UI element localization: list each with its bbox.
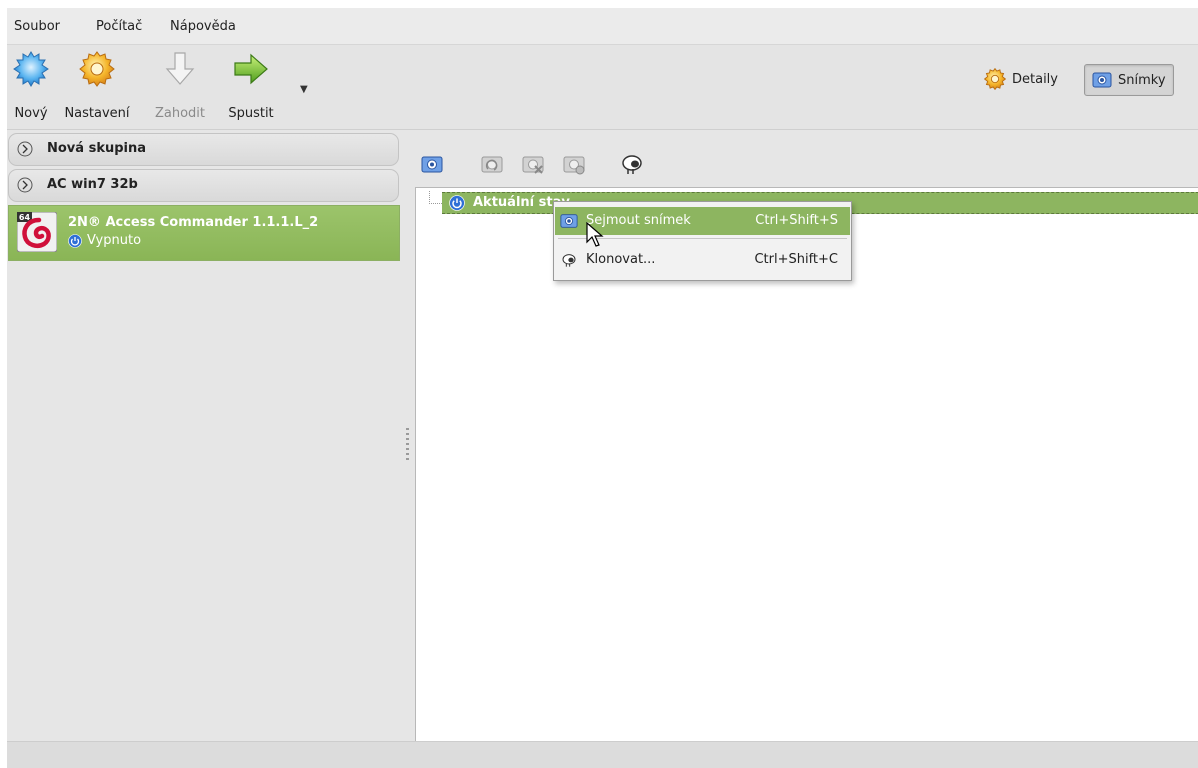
snapshots-button[interactable]: Snímky (1084, 64, 1174, 96)
settings-button[interactable]: Nastavení (64, 51, 130, 123)
start-arrow-icon (234, 53, 268, 85)
menu-item-label: Klonovat... (586, 252, 656, 267)
debian-os-icon: 64 (17, 212, 57, 252)
vm-list-panel: Nová skupina AC win7 32b 64 2N® Access C… (7, 130, 401, 740)
start-button-label: Spustit (228, 106, 274, 121)
delete-snapshot-icon[interactable] (521, 152, 545, 176)
vm-list-item-selected[interactable]: 64 2N® Access Commander 1.1.1.L_2 Vypnut… (8, 205, 400, 261)
details-gear-icon (984, 68, 1006, 90)
snapshots-toolbar (410, 130, 1198, 186)
settings-gear-icon (79, 51, 115, 87)
status-bar (7, 741, 1198, 768)
start-button[interactable]: Spustit (228, 51, 274, 123)
discard-button-label: Zahodit (154, 106, 206, 121)
menu-napoveda[interactable]: Nápověda (170, 19, 236, 34)
menu-item-shortcut: Ctrl+Shift+S (755, 213, 838, 228)
mouse-cursor-icon (586, 222, 604, 247)
details-button[interactable]: Detaily (977, 64, 1065, 94)
menu-item-clone[interactable]: Klonovat... Ctrl+Shift+C (555, 246, 850, 274)
snapshots-camera-icon (1092, 72, 1112, 88)
power-off-icon (449, 195, 465, 211)
menu-pocitac[interactable]: Počítač (96, 19, 142, 34)
group-row-nova-skupina[interactable]: Nová skupina (8, 133, 399, 166)
arch-badge: 64 (19, 213, 31, 222)
start-dropdown-arrow-icon[interactable]: ▼ (300, 84, 308, 95)
group-row-ac-win7[interactable]: AC win7 32b (8, 169, 399, 202)
new-button[interactable]: Nový (13, 51, 49, 123)
take-snapshot-icon (560, 214, 578, 228)
settings-button-label: Nastavení (64, 106, 130, 121)
clone-sheep-icon[interactable] (620, 152, 644, 176)
panel-splitter-handle[interactable] (406, 428, 409, 462)
expand-chevron-icon[interactable] (17, 177, 33, 193)
main-toolbar: Nový Nastavení Zahodit Spustit ▼ Detaily… (7, 45, 1198, 130)
menubar: Soubor Počítač Nápověda (7, 8, 1198, 45)
vm-name: 2N® Access Commander 1.1.1.L_2 (68, 215, 319, 230)
group-label: Nová skupina (47, 141, 147, 156)
restore-snapshot-icon[interactable] (480, 152, 504, 176)
discard-arrow-icon (165, 52, 195, 85)
application-window: Soubor Počítač Nápověda Nový Nastavení Z… (7, 8, 1198, 768)
new-button-label: Nový (14, 106, 48, 121)
details-button-label: Detaily (1012, 71, 1058, 87)
expand-chevron-icon[interactable] (17, 141, 33, 157)
new-vm-icon (13, 51, 49, 87)
vm-state-label: Vypnuto (87, 233, 142, 248)
power-off-icon (68, 233, 82, 248)
vm-state: Vypnuto (68, 233, 141, 248)
snapshots-button-label: Snímky (1118, 72, 1166, 88)
group-label: AC win7 32b (47, 177, 138, 192)
menu-item-shortcut: Ctrl+Shift+C (754, 252, 838, 267)
clone-sheep-icon (562, 254, 576, 267)
menu-soubor[interactable]: Soubor (14, 19, 60, 34)
discard-button[interactable]: Zahodit (155, 51, 205, 123)
snapshot-details-icon[interactable] (562, 152, 586, 176)
take-snapshot-icon[interactable] (420, 152, 444, 176)
